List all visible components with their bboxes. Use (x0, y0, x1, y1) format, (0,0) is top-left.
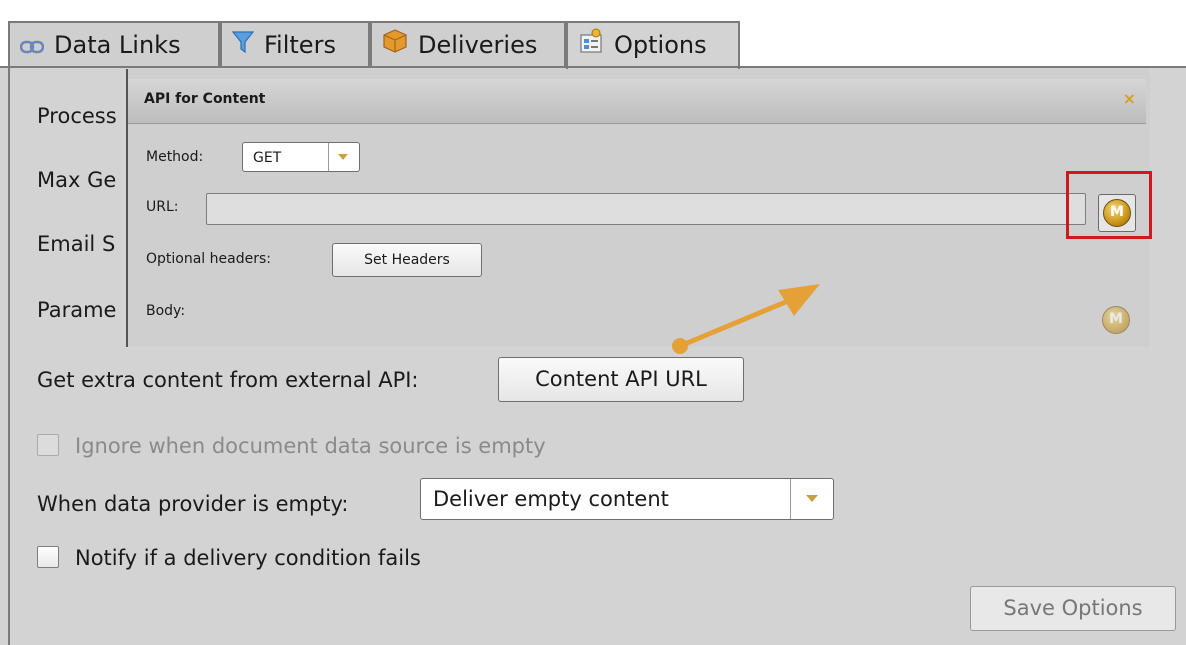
process-label: Process (37, 104, 117, 128)
tab-data-links[interactable]: Data Links (8, 21, 220, 67)
method-select[interactable]: GET (242, 142, 360, 172)
chevron-down-icon (338, 154, 348, 160)
annotation-arrow (672, 284, 820, 354)
chevron-down-icon (806, 495, 818, 502)
extra-content-label: Get extra content from external API: (37, 368, 419, 392)
body-label: Body: (146, 303, 186, 319)
parameter-label: Parame (37, 298, 117, 322)
api-for-content-dialog: API for Content × Method: GET URL: Optio… (126, 69, 1150, 347)
tab-divider (0, 66, 1186, 68)
dropdown-button[interactable] (328, 143, 359, 171)
url-input[interactable] (206, 193, 1086, 225)
tab-label: Filters (264, 31, 336, 59)
close-icon[interactable]: × (1123, 89, 1136, 108)
link-icon (19, 24, 45, 68)
notify-checkbox[interactable] (37, 546, 59, 568)
ignore-empty-label: Ignore when document data source is empt… (75, 434, 546, 458)
options-icon (578, 24, 604, 68)
dropdown-button[interactable] (790, 479, 833, 519)
body-macro-icon[interactable]: M (1102, 306, 1130, 334)
empty-provider-label: When data provider is empty: (37, 492, 349, 516)
method-label: Method: (146, 149, 204, 165)
empty-provider-select[interactable]: Deliver empty content (420, 478, 834, 520)
save-options-button[interactable]: Save Options (970, 586, 1176, 631)
notify-label: Notify if a delivery condition fails (75, 546, 421, 570)
dialog-titlebar: API for Content × (128, 79, 1146, 124)
tab-deliveries[interactable]: Deliveries (370, 21, 566, 67)
max-label: Max Ge (37, 168, 117, 192)
set-headers-button[interactable]: Set Headers (332, 243, 482, 277)
package-icon (382, 24, 408, 68)
tab-filters[interactable]: Filters (220, 21, 370, 67)
tab-label: Deliveries (418, 31, 538, 59)
email-label: Email S (37, 232, 116, 256)
tab-bar: Data Links Filters Deliveries Options (0, 0, 1186, 69)
optional-headers-label: Optional headers: (146, 251, 271, 267)
highlight-box (1066, 171, 1152, 239)
tab-label: Data Links (54, 31, 181, 59)
url-label: URL: (146, 199, 179, 215)
panel-border (8, 66, 10, 645)
empty-provider-value: Deliver empty content (433, 487, 669, 511)
method-value: GET (253, 150, 282, 166)
ignore-empty-checkbox[interactable] (37, 434, 59, 456)
tab-label: Options (614, 31, 707, 59)
funnel-icon (231, 24, 255, 68)
dialog-title: API for Content (144, 91, 266, 107)
tab-options[interactable]: Options (566, 21, 740, 69)
